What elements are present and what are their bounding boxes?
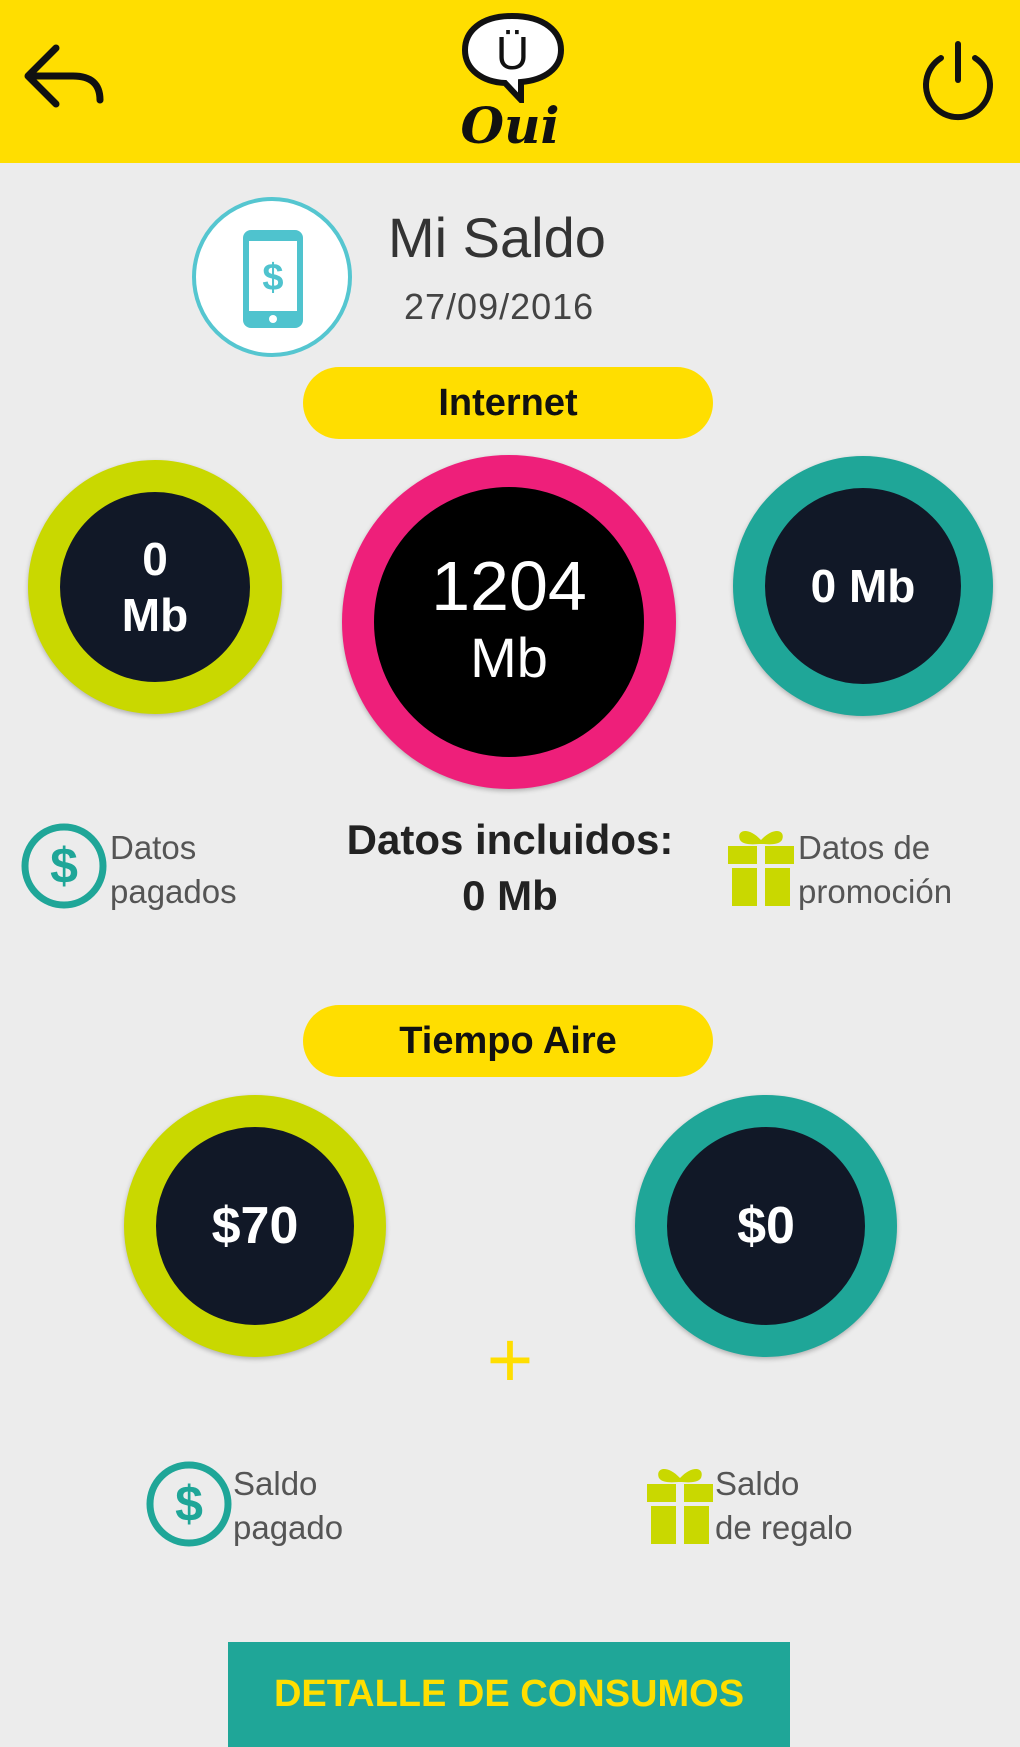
included-data-unit: Mb [470, 626, 548, 689]
included-data-caption: Datos incluidos: [346, 816, 674, 863]
logo-text: Oui [460, 96, 560, 155]
included-data-caption-value: 0 Mb [462, 872, 558, 919]
gift-balance-legend: Saldo de regalo [645, 1458, 925, 1558]
promo-data-label-line2: promoción [798, 873, 953, 910]
promo-data-ring: 0 Mb [733, 456, 993, 716]
balance-avatar: $ [192, 197, 352, 357]
paid-balance-label-line1: Saldo [233, 1465, 318, 1502]
gift-icon [647, 1468, 713, 1544]
promo-data-value: 0 Mb [810, 560, 916, 612]
page-title: Mi Saldo [388, 206, 606, 269]
airtime-section-label: Tiempo Aire [303, 1005, 713, 1077]
paid-data-ring: 0 Mb [28, 460, 282, 714]
paid-balance-value: $70 [211, 1197, 299, 1255]
dollar-circle-icon: $ [21, 823, 107, 909]
svg-text:$: $ [262, 257, 283, 299]
paid-balance-label-line2: pagado [233, 1509, 344, 1546]
back-button[interactable] [18, 38, 108, 118]
phone-dollar-icon: $ [243, 230, 303, 328]
logout-button[interactable] [915, 38, 1001, 124]
included-data-value: 1204 [431, 547, 587, 625]
power-icon [923, 41, 993, 121]
promo-data-legend: Datos de promoción [726, 820, 1016, 920]
included-data-ring: 1204 Mb [342, 455, 676, 789]
paid-balance-legend: $ Saldo pagado [145, 1458, 405, 1558]
paid-data-legend: $ Datos pagados [20, 820, 280, 920]
paid-data-label-line2: pagados [110, 873, 237, 910]
usage-detail-button[interactable]: DETALLE DE CONSUMOS [228, 1642, 790, 1747]
back-arrow-icon [24, 44, 104, 108]
app-logo: Ü Oui [410, 8, 610, 158]
paid-data-unit: Mb [121, 589, 189, 641]
gift-balance-label-line2: de regalo [715, 1509, 853, 1546]
gift-balance-ring: $0 [635, 1095, 897, 1357]
internet-section-label: Internet [303, 367, 713, 439]
svg-text:$: $ [175, 1476, 203, 1532]
dollar-circle-icon: $ [146, 1461, 232, 1547]
logo-mark: Ü [495, 27, 530, 79]
plus-icon: + [486, 1315, 534, 1404]
included-data-label: Datos incluidos: 0 Mb [300, 812, 720, 924]
paid-balance-ring: $70 [124, 1095, 386, 1357]
gift-balance-label-line1: Saldo [715, 1465, 800, 1502]
promo-data-label-line1: Datos de [798, 829, 931, 866]
gift-balance-value: $0 [737, 1197, 795, 1255]
gift-icon [728, 830, 794, 906]
balance-date: 27/09/2016 [404, 286, 595, 327]
paid-data-value: 0 [142, 533, 168, 585]
svg-text:$: $ [50, 838, 78, 894]
paid-data-label-line1: Datos [110, 829, 197, 866]
